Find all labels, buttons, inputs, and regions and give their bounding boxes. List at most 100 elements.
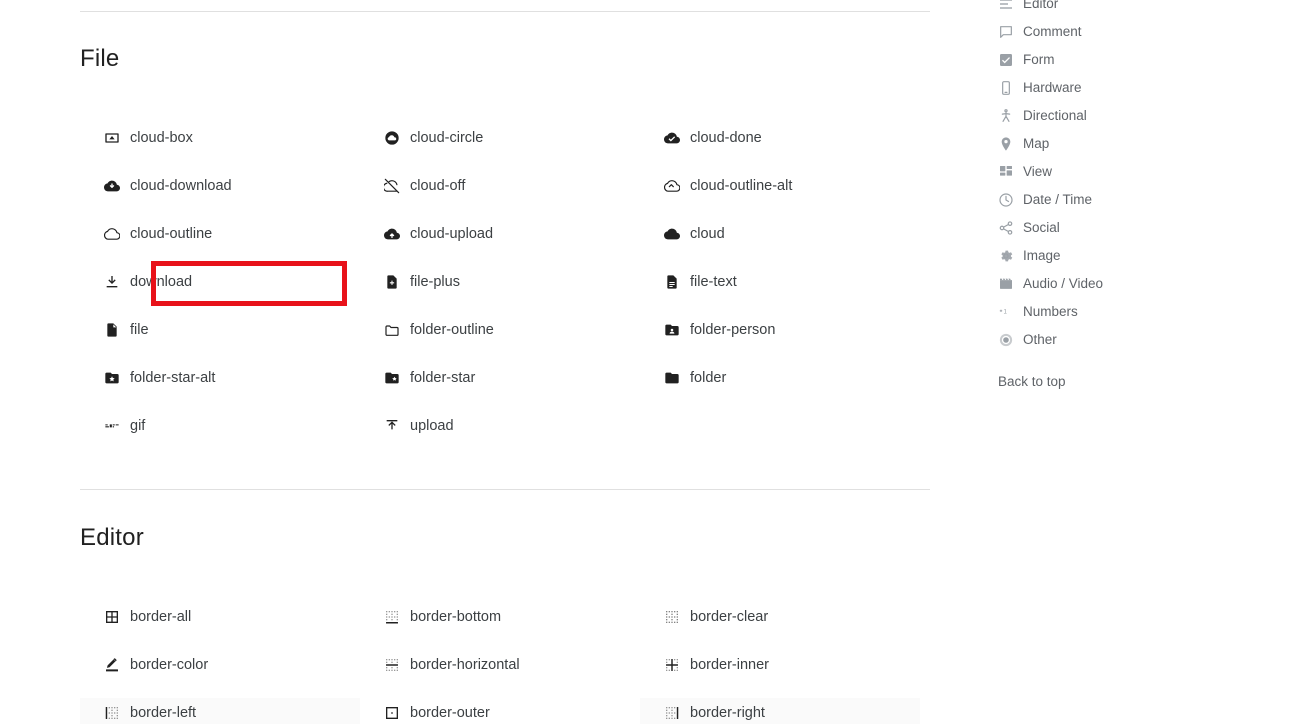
icon-item-border-all[interactable]: border-all (80, 602, 360, 632)
sidebar-item-view[interactable]: View (998, 158, 1218, 186)
image-icon (998, 248, 1014, 264)
sidebar-item-other[interactable]: Other (998, 326, 1218, 354)
sidebar-item-audio-video[interactable]: Audio / Video (998, 270, 1218, 298)
icon-item-border-color[interactable]: border-color (80, 650, 360, 680)
icon-item-label: border-right (690, 704, 765, 721)
icon-item-border-inner[interactable]: border-inner (640, 650, 920, 680)
map-icon (998, 136, 1014, 152)
icon-item-folder-star-alt[interactable]: folder-star-alt (80, 363, 360, 393)
icon-item-cloud-box[interactable]: cloud-box (80, 123, 360, 153)
icon-item-label: upload (410, 417, 454, 434)
icon-item-border-outer[interactable]: border-outer (360, 698, 640, 724)
sidebar-item-label: Map (1023, 136, 1050, 152)
icon-item-folder-outline[interactable]: folder-outline (360, 315, 640, 345)
icon-item-label: cloud-outline (130, 225, 213, 242)
audio-video-icon (998, 276, 1014, 292)
file-plus-icon (384, 274, 400, 290)
sidebar-item-label: Date / Time (1023, 192, 1093, 208)
icon-catalog-main: File cloud-box cloud-circle cloud-done cloud… (80, 0, 930, 724)
sidebar-item-label: Social (1023, 220, 1060, 236)
back-to-top-link[interactable]: Back to top (998, 375, 1066, 389)
section-divider-top (80, 11, 930, 12)
sidebar-item-map[interactable]: Map (998, 130, 1218, 158)
icon-item-cloud-off[interactable]: cloud-off (360, 171, 640, 201)
other-icon (998, 332, 1014, 348)
sidebar-item-label: Form (1023, 52, 1055, 68)
icon-item-folder[interactable]: folder (640, 363, 920, 393)
sidebar-item-comment[interactable]: Comment (998, 18, 1218, 46)
icon-item-label: border-bottom (410, 608, 502, 625)
comment-icon (998, 24, 1014, 40)
icon-item-cloud-upload[interactable]: cloud-upload (360, 219, 640, 249)
icon-item-folder-person[interactable]: folder-person (640, 315, 920, 345)
folder-icon (664, 370, 680, 386)
icon-item-label: folder-outline (410, 321, 494, 338)
icon-item-upload[interactable]: upload (360, 411, 640, 441)
icon-item-label: border-color (130, 656, 209, 673)
icon-item-label: file-text (690, 273, 737, 290)
cloud-box-icon (104, 130, 120, 146)
cloud-circle-icon (384, 130, 400, 146)
gif-icon (104, 418, 120, 434)
icon-item-label: file (130, 321, 149, 338)
icon-item-border-clear[interactable]: border-clear (640, 602, 920, 632)
category-sidebar[interactable]: Editor Comment Form Hardware Directional Map V… (998, 0, 1218, 354)
sidebar-item-label: Image (1023, 248, 1061, 264)
icon-item-file-text[interactable]: file-text (640, 267, 920, 297)
sidebar-item-numbers[interactable]: 1 Numbers (998, 298, 1218, 326)
icon-item-folder-star[interactable]: folder-star (360, 363, 640, 393)
section-heading: Editor (80, 524, 144, 551)
sidebar-item-image[interactable]: Image (998, 242, 1218, 270)
icon-item-cloud-outline-alt[interactable]: cloud-outline-alt (640, 171, 920, 201)
sidebar-item-label: Editor (1023, 0, 1059, 12)
download-icon (104, 274, 120, 290)
icon-item-border-right[interactable]: border-right (640, 698, 920, 724)
section-heading: File (80, 45, 120, 72)
social-icon (998, 220, 1014, 236)
sidebar-item-directional[interactable]: Directional (998, 102, 1218, 130)
hardware-icon (998, 80, 1014, 96)
icon-item-border-left[interactable]: border-left (80, 698, 360, 724)
sidebar-item-hardware[interactable]: Hardware (998, 74, 1218, 102)
border-color-icon (104, 657, 120, 673)
folder-outline-icon (384, 322, 400, 338)
sidebar-item-date-time[interactable]: Date / Time (998, 186, 1218, 214)
icon-item-border-horizontal[interactable]: border-horizontal (360, 650, 640, 680)
border-outer-icon (384, 705, 400, 721)
icon-item-label: cloud-outline-alt (690, 177, 793, 194)
icon-item-cloud[interactable]: cloud (640, 219, 920, 249)
icon-item-cloud-outline[interactable]: cloud-outline (80, 219, 360, 249)
icon-item-label: border-clear (690, 608, 769, 625)
icon-item-label: folder-star (410, 369, 476, 386)
icon-item-label: gif (130, 417, 146, 434)
sidebar-item-form[interactable]: Form (998, 46, 1218, 74)
icon-item-label: folder-star-alt (130, 369, 216, 386)
sidebar-item-social[interactable]: Social (998, 214, 1218, 242)
icon-item-download[interactable]: download (80, 267, 360, 297)
sidebar-item-editor[interactable]: Editor (998, 0, 1218, 18)
sidebar-item-label: View (1023, 164, 1053, 180)
icon-item-file[interactable]: file (80, 315, 360, 345)
icon-item-label: border-inner (690, 656, 769, 673)
icon-item-cloud-download[interactable]: cloud-download (80, 171, 360, 201)
icon-item-cloud-done[interactable]: cloud-done (640, 123, 920, 153)
cloud-off-icon (384, 178, 400, 194)
icon-item-label: border-left (130, 704, 197, 721)
cloud-icon (664, 226, 680, 242)
svg-text:1: 1 (1003, 309, 1007, 316)
folder-person-icon (664, 322, 680, 338)
icon-item-label: cloud-box (130, 129, 193, 146)
icon-item-label: download (130, 273, 193, 290)
sidebar-item-label: Directional (1023, 108, 1087, 124)
icon-item-gif[interactable]: gif (80, 411, 360, 441)
cloud-done-icon (664, 130, 680, 146)
icon-item-border-bottom[interactable]: border-bottom (360, 602, 640, 632)
sidebar-item-label: Numbers (1023, 304, 1078, 320)
icon-item-label: cloud-upload (410, 225, 494, 242)
border-bottom-icon (384, 609, 400, 625)
border-left-icon (104, 705, 120, 721)
sidebar-item-label: Audio / Video (1023, 276, 1104, 292)
icon-item-label: border-all (130, 608, 192, 625)
icon-item-file-plus[interactable]: file-plus (360, 267, 640, 297)
icon-item-cloud-circle[interactable]: cloud-circle (360, 123, 640, 153)
